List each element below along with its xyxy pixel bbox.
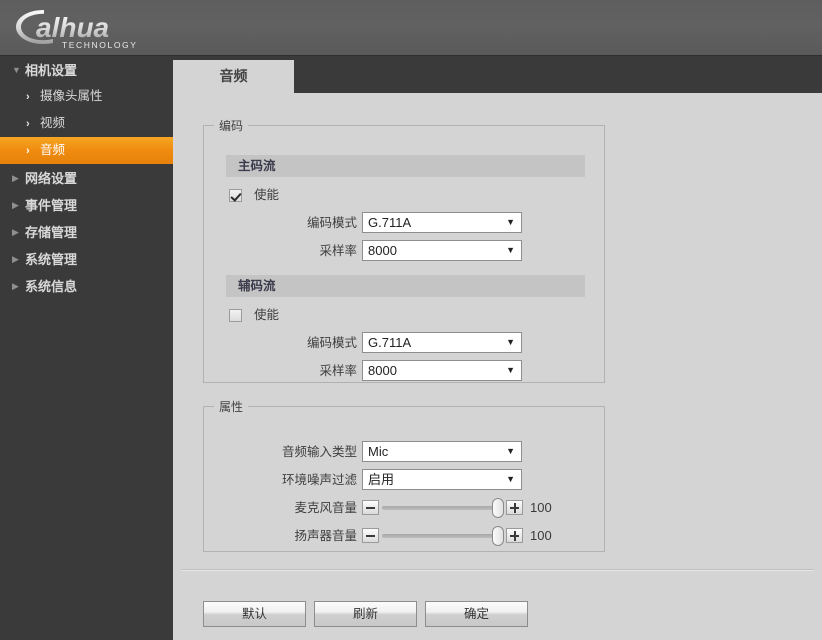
sidebar-nav: ▼ 相机设置 › 摄像头属性 › 视频 › 音频 ▶ 网络设置 ▶ 事件管理 ▶ 存储管理 ▶… (0, 55, 173, 640)
main-content: 编码 主码流 使能 编码模式 G.711A ▼ 采样率 8000 ▼ 辅码流 使… (173, 93, 822, 640)
triangle-down-icon: ▼ (12, 65, 21, 76)
aux-stream-sample-rate-label: 采样率 (319, 364, 357, 378)
triangle-right-icon: ▶ (12, 200, 19, 211)
main-stream-encode-mode-value: G.711A (368, 215, 412, 230)
triangle-right-icon: ▶ (12, 281, 19, 292)
aux-stream-sample-rate-row: 采样率 8000 ▼ (229, 360, 529, 382)
sidebar-group-storage-management[interactable]: ▶ 存储管理 (0, 218, 173, 245)
main-stream-sample-rate-row: 采样率 8000 ▼ (229, 240, 529, 262)
sidebar-item-label: 音频 (40, 143, 66, 157)
main-stream-enable-checkbox[interactable] (229, 189, 242, 202)
sidebar-group-system-info[interactable]: ▶ 系统信息 (0, 272, 173, 299)
refresh-button[interactable]: 刷新 (314, 601, 417, 627)
noise-filter-value: 启用 (368, 472, 395, 487)
sidebar-item-video[interactable]: › 视频 (0, 110, 173, 137)
confirm-button[interactable]: 确定 (425, 601, 528, 627)
svg-text:TECHNOLOGY: TECHNOLOGY (62, 40, 138, 50)
attribute-section: 属性 音频输入类型 Mic ▼ 环境噪声过滤 启用 ▼ 麦克风音量 100 扬声… (203, 398, 605, 552)
plus-icon[interactable] (506, 528, 523, 543)
main-stream-sample-rate-value: 8000 (368, 243, 397, 258)
sidebar-group-label: 系统信息 (25, 279, 78, 295)
minus-icon[interactable] (362, 500, 379, 515)
mic-volume-slider-track[interactable] (382, 506, 504, 510)
minus-icon[interactable] (362, 528, 379, 543)
audio-input-type-select[interactable]: Mic ▼ (362, 441, 522, 462)
chevron-down-icon: ▼ (506, 446, 515, 456)
sidebar-group-label: 事件管理 (25, 198, 78, 214)
default-button[interactable]: 默认 (203, 601, 306, 627)
speaker-volume-value: 100 (530, 528, 552, 543)
sidebar-item-audio[interactable]: › 音频 (0, 137, 173, 164)
speaker-volume-label: 扬声器音量 (294, 529, 357, 543)
triangle-right-icon: ▶ (12, 173, 19, 184)
noise-filter-select[interactable]: 启用 ▼ (362, 469, 522, 490)
sidebar-item-camera-properties[interactable]: › 摄像头属性 (0, 83, 173, 110)
app-header-banner: alhua TECHNOLOGY (0, 0, 822, 55)
audio-input-type-label: 音频输入类型 (281, 445, 357, 459)
aux-stream-enable-checkbox[interactable] (229, 309, 242, 322)
sidebar-group-network-settings[interactable]: ▶ 网络设置 (0, 164, 173, 191)
aux-stream-header: 辅码流 (226, 275, 585, 297)
speaker-volume-slider[interactable]: 100 (362, 525, 552, 547)
speaker-volume-slider-track[interactable] (382, 534, 504, 538)
main-stream-header: 主码流 (226, 155, 585, 177)
noise-filter-row: 环境噪声过滤 启用 ▼ (229, 469, 559, 491)
chevron-down-icon: ▼ (506, 337, 515, 347)
encode-section: 编码 主码流 使能 编码模式 G.711A ▼ 采样率 8000 ▼ 辅码流 使… (203, 117, 605, 383)
aux-stream-encode-mode-row: 编码模式 G.711A ▼ (229, 332, 529, 354)
mic-volume-row: 麦克风音量 100 (229, 497, 569, 519)
tab-audio[interactable]: 音频 (173, 60, 294, 94)
main-stream-sample-rate-select[interactable]: 8000 ▼ (362, 240, 522, 261)
sidebar-group-camera-settings[interactable]: ▼ 相机设置 (0, 56, 173, 83)
chevron-down-icon: ▼ (506, 365, 515, 375)
chevron-down-icon: ▼ (506, 217, 515, 227)
sidebar-group-label: 网络设置 (25, 171, 78, 187)
chevron-down-icon: ▼ (506, 474, 515, 484)
mic-volume-slider-thumb[interactable] (492, 498, 504, 518)
svg-text:alhua: alhua (36, 12, 109, 43)
mic-volume-value: 100 (530, 500, 552, 515)
sidebar-group-label: 存储管理 (25, 225, 78, 241)
chevron-down-icon: ▼ (506, 245, 515, 255)
triangle-right-icon: ▶ (12, 227, 19, 238)
aux-stream-encode-mode-value: G.711A (368, 335, 412, 350)
tab-bar: 音频 (173, 55, 822, 94)
aux-stream-enable-label: 使能 (254, 308, 280, 322)
main-stream-encode-mode-label: 编码模式 (306, 216, 357, 230)
attribute-section-legend: 属性 (219, 400, 244, 414)
footer-divider (181, 569, 814, 571)
aux-stream-encode-mode-label: 编码模式 (306, 336, 357, 350)
main-stream-encode-mode-row: 编码模式 G.711A ▼ (229, 212, 529, 234)
chevron-right-icon: › (26, 145, 30, 157)
triangle-right-icon: ▶ (12, 254, 19, 265)
chevron-right-icon: › (26, 118, 30, 130)
dahua-logo: alhua TECHNOLOGY (16, 10, 138, 50)
audio-input-type-value: Mic (368, 444, 389, 459)
sidebar-group-label: 系统管理 (25, 252, 78, 268)
mic-volume-slider[interactable]: 100 (362, 497, 552, 519)
noise-filter-label: 环境噪声过滤 (281, 473, 357, 487)
speaker-volume-row: 扬声器音量 100 (229, 525, 569, 547)
chevron-right-icon: › (26, 91, 30, 103)
main-stream-sample-rate-label: 采样率 (319, 244, 357, 258)
audio-input-type-row: 音频输入类型 Mic ▼ (229, 441, 559, 463)
speaker-volume-slider-thumb[interactable] (492, 526, 504, 546)
sidebar-item-label: 摄像头属性 (40, 89, 103, 103)
main-stream-encode-mode-select[interactable]: G.711A ▼ (362, 212, 522, 233)
sidebar-item-label: 视频 (40, 116, 66, 130)
sidebar-group-label: 相机设置 (25, 63, 78, 79)
sidebar-group-system-management[interactable]: ▶ 系统管理 (0, 245, 173, 272)
aux-stream-encode-mode-select[interactable]: G.711A ▼ (362, 332, 522, 353)
encode-section-legend: 编码 (219, 119, 244, 133)
aux-stream-sample-rate-value: 8000 (368, 363, 397, 378)
aux-stream-sample-rate-select[interactable]: 8000 ▼ (362, 360, 522, 381)
sidebar-group-event-management[interactable]: ▶ 事件管理 (0, 191, 173, 218)
plus-icon[interactable] (506, 500, 523, 515)
main-stream-enable-label: 使能 (254, 188, 280, 202)
mic-volume-label: 麦克风音量 (294, 501, 357, 515)
